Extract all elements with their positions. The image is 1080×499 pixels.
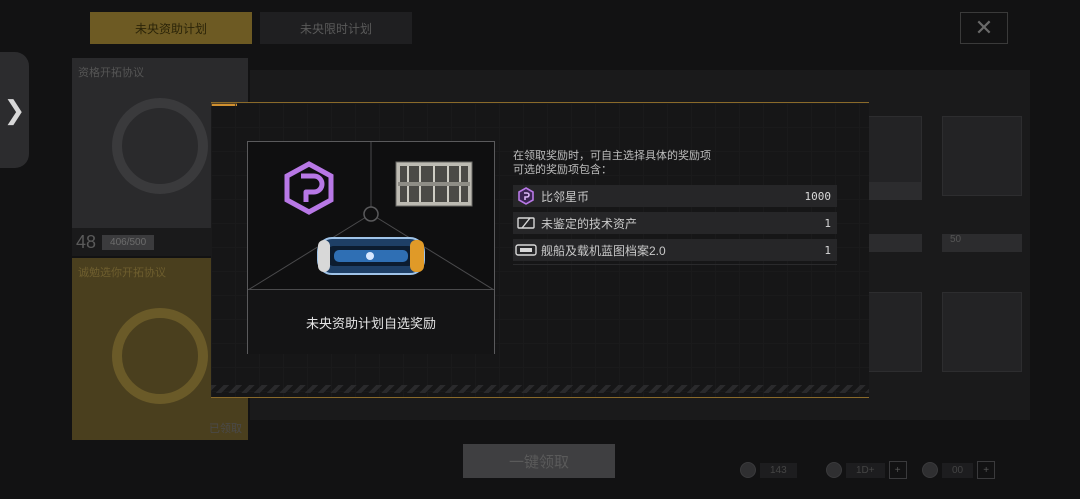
reward-option-row[interactable]: 比邻星币 1000 xyxy=(513,185,837,207)
tab-funding-plan[interactable]: 未央资助计划 xyxy=(90,12,252,44)
premium-emblem-icon xyxy=(112,308,208,404)
p-coin-icon xyxy=(515,187,537,205)
p-coin-icon xyxy=(284,161,334,215)
currency-counter: 00 + xyxy=(922,460,996,480)
option-quantity: 1 xyxy=(824,216,831,230)
reward-preview xyxy=(248,142,494,290)
side-drawer-handle[interactable]: ❯ xyxy=(0,52,29,168)
premium-protocol-title: 诚勉选你开拓协议 xyxy=(78,267,166,279)
add-currency-button[interactable]: + xyxy=(977,461,996,479)
claim-all-button[interactable]: 一键领取 xyxy=(463,444,615,478)
reward-option-row[interactable]: 舰船及载机蓝图档案2.0 1 xyxy=(513,239,837,261)
selectable-reward-card: 未央资助计划自选奖励 xyxy=(247,141,495,354)
reward-detail-dialog: 未央资助计划自选奖励 在领取奖励时，可自主选择具体的奖励项 可选的奖励项包含： … xyxy=(211,102,869,398)
option-label: 舰船及载机蓝图档案2.0 xyxy=(541,243,666,258)
reward-description: 在领取奖励时，可自主选择具体的奖励项 可选的奖励项包含： xyxy=(513,149,711,177)
level-number: 48 xyxy=(76,231,97,252)
add-currency-button[interactable]: + xyxy=(888,461,907,479)
close-icon[interactable]: ✕ xyxy=(960,12,1008,44)
reward-slot-label: 50 xyxy=(942,234,1022,252)
currency-counter: 1D+ + xyxy=(826,460,907,480)
claimed-label: 已领取 xyxy=(209,423,242,435)
option-quantity: 1000 xyxy=(804,189,832,203)
tab-limited-plan[interactable]: 未央限时计划 xyxy=(260,12,412,44)
dialog-hazard-stripe xyxy=(211,385,869,393)
basic-emblem-icon xyxy=(112,98,208,194)
currency-value: 143 xyxy=(760,462,797,478)
description-line: 可选的奖励项包含： xyxy=(513,164,612,176)
option-label: 未鉴定的技术资产 xyxy=(541,216,638,231)
ship-blueprint-icon xyxy=(317,237,425,275)
reward-slot[interactable] xyxy=(942,116,1022,196)
currency-counter: 143 xyxy=(740,460,797,480)
description-line: 在领取奖励时，可自主选择具体的奖励项 xyxy=(513,150,711,162)
blueprint-archive-icon xyxy=(515,244,537,256)
currency-value: 1D+ xyxy=(846,462,885,478)
reward-option-row[interactable]: 未鉴定的技术资产 1 xyxy=(513,212,837,234)
basic-protocol-title: 资格开拓协议 xyxy=(78,67,144,79)
p-coin-icon xyxy=(826,462,842,478)
progress-value: 406/500 xyxy=(102,234,155,250)
tech-asset-icon xyxy=(395,161,473,207)
reward-name: 未央资助计划自选奖励 xyxy=(248,290,494,354)
reward-slot[interactable] xyxy=(942,292,1022,372)
currency-value: 00 xyxy=(942,462,974,478)
radiation-icon xyxy=(922,462,938,478)
option-quantity: 1 xyxy=(824,243,831,257)
tech-asset-icon xyxy=(515,216,537,230)
option-label: 比邻星币 xyxy=(541,189,590,204)
divider xyxy=(513,264,837,265)
currency-icon xyxy=(740,462,756,478)
